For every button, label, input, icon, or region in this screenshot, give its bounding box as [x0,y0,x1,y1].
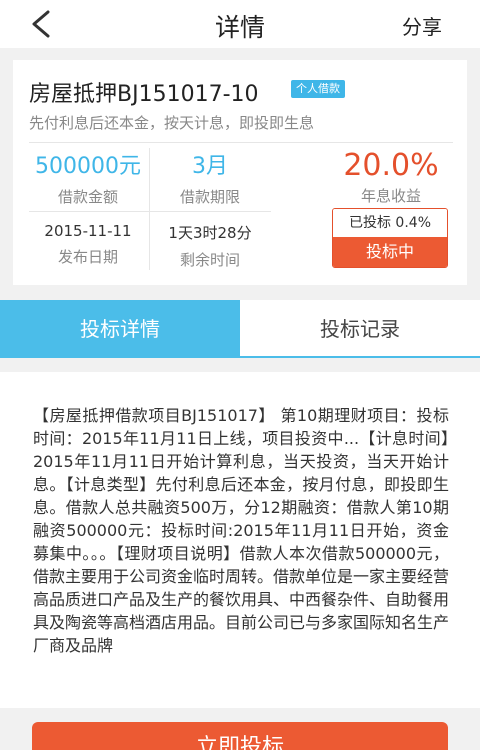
project-description-panel: 【房屋抵押借款项目BJ151017】 第10期理财项目：投标时间：2015年11… [0,372,480,722]
bid-progress-text: 已投标 0.4% [333,209,447,237]
remaining-time-label: 剩余时间 [179,251,240,269]
project-description-text: 【房屋抵押借款项目BJ151017】 第10期理财项目：投标时间：2015年11… [33,406,450,655]
share-button[interactable]: 分享 [402,11,442,40]
annual-rate: 20.0% 年息收益 [329,148,453,206]
bidding-status-button[interactable]: 投标中 [333,237,447,267]
footer-bar: 立即投标 [0,708,480,750]
loan-term: 3月 借款期限 [150,148,270,207]
loan-description: 先付利息后还本金，按天计息，即投即生息 [29,114,315,132]
tab-bid-details[interactable]: 投标详情 [0,300,240,358]
publish-date: 2015-11-11 发布日期 [29,222,147,267]
loan-amount-value: 500000元 [35,154,141,179]
loan-amount: 500000元 借款金额 [29,148,147,207]
divider [29,211,271,212]
annual-rate-value: 20.0% [343,148,439,183]
publish-date-value: 2015-11-11 [44,222,132,240]
loan-summary-card: 房屋抵押BJ151017-10 个人借款 先付利息后还本金，按天计息，即投即生息… [13,60,467,285]
loan-name: 房屋抵押BJ151017-10 [29,82,259,107]
remaining-time-value: 1天3时28分 [168,224,252,242]
remaining-time: 1天3时28分 剩余时间 [150,222,270,270]
bid-progress-box: 已投标 0.4% 投标中 [332,208,448,268]
invest-now-button[interactable]: 立即投标 [32,722,448,750]
loan-amount-label: 借款金额 [57,188,118,206]
divider [29,142,453,143]
tab-bar: 投标详情 投标记录 [0,300,480,358]
top-nav-bar: 详情 分享 [0,0,480,48]
annual-rate-label: 年息收益 [360,187,421,205]
loan-term-label: 借款期限 [179,188,240,206]
loan-term-value: 3月 [192,154,228,179]
publish-date-label: 发布日期 [57,248,118,266]
loan-type-badge: 个人借款 [291,80,345,98]
tab-bid-records[interactable]: 投标记录 [240,300,480,358]
